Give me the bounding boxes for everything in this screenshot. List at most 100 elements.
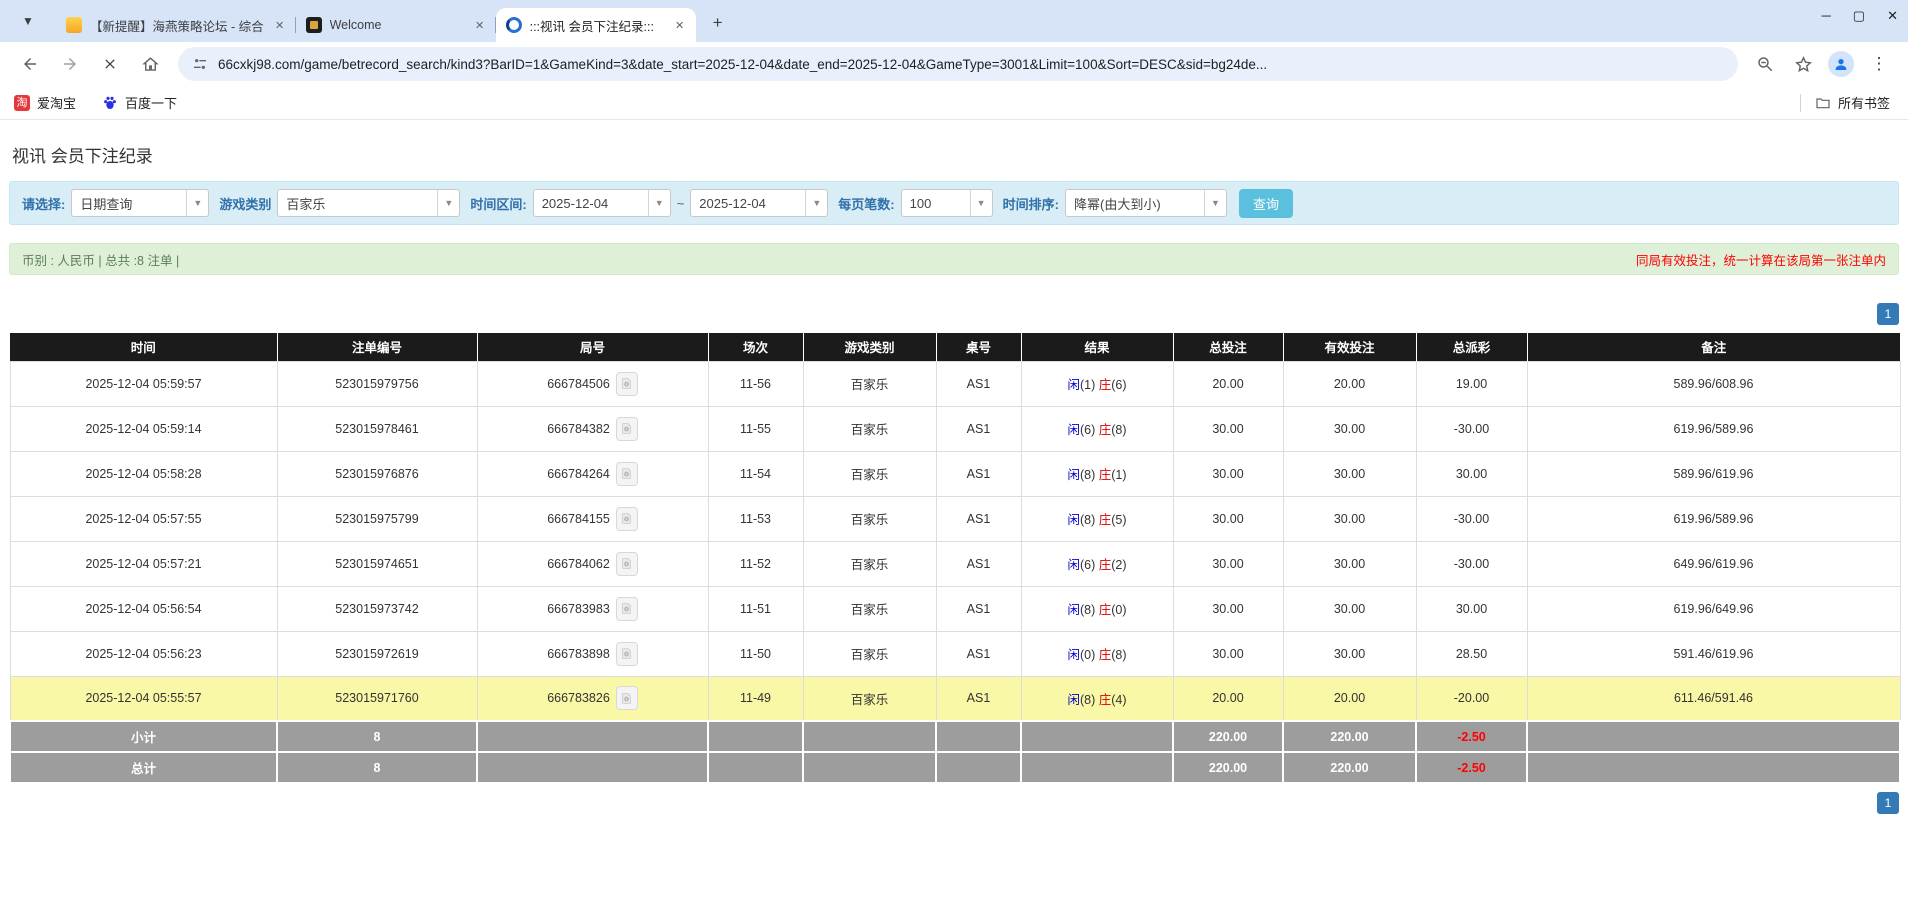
cell-time: 2025-12-04 05:59:57: [9, 360, 278, 407]
cell-table-no: AS1: [935, 540, 1022, 587]
browser-tab-3[interactable]: :::视讯 会员下注纪录::: ✕: [495, 8, 696, 42]
pagination-page-1-bottom[interactable]: 1: [1877, 792, 1899, 814]
cell-game-type: 百家乐: [802, 585, 937, 632]
cell-table-no: AS1: [935, 450, 1022, 497]
cell-game-type: 百家乐: [802, 675, 937, 722]
column-header: 注单编号: [276, 333, 477, 361]
cell-total-bet: 20.00: [1172, 675, 1284, 722]
page-content: 视讯 会员下注纪录 请选择: 日期查询 ▼ 游戏类别 百家乐 ▼ 时间区间: 2…: [0, 120, 1908, 814]
column-header: 桌号: [935, 333, 1021, 361]
cell-session: 11-55: [707, 405, 804, 452]
cell-game-type: 百家乐: [802, 495, 937, 542]
tab-search-chevron-icon[interactable]: ▼: [14, 7, 42, 35]
summary-note: 同局有效投注，统一计算在该局第一张注单内: [1635, 253, 1886, 268]
cell-bet-id: 523015975799: [276, 495, 478, 542]
stop-loading-icon[interactable]: [96, 50, 124, 78]
total-row-cell: 总计: [9, 751, 278, 784]
chevron-down-icon[interactable]: ▼: [969, 190, 992, 216]
video-replay-icon[interactable]: [615, 596, 638, 621]
date-end-value: 2025-12-04: [699, 195, 766, 211]
video-replay-icon[interactable]: [615, 506, 638, 531]
date-end-input[interactable]: 2025-12-04 ▼: [690, 189, 829, 217]
query-mode-label: 请选择:: [22, 196, 66, 212]
cell-round: 666784506: [476, 360, 709, 407]
date-start-input[interactable]: 2025-12-04 ▼: [532, 189, 671, 217]
address-bar[interactable]: 66cxkj98.com/game/betrecord_search/kind3…: [178, 47, 1738, 81]
cell-payout: -20.00: [1415, 675, 1528, 722]
video-replay-icon[interactable]: [615, 686, 638, 711]
zoom-icon[interactable]: [1752, 51, 1778, 77]
total-row-cell: [802, 751, 937, 784]
subtotal-row-cell: 220.00: [1172, 720, 1284, 753]
all-bookmarks-button[interactable]: 所有书签: [1815, 93, 1890, 112]
tab-close-icon[interactable]: ✕: [272, 17, 288, 33]
video-replay-icon[interactable]: [615, 461, 638, 486]
cell-valid-bet: 20.00: [1282, 675, 1417, 722]
game-type-select[interactable]: 百家乐 ▼: [277, 189, 461, 217]
forward-icon[interactable]: [56, 50, 84, 78]
browser-tab-2[interactable]: Welcome ✕: [296, 8, 496, 42]
cell-note: 619.96/649.96: [1526, 585, 1901, 632]
profile-avatar[interactable]: [1828, 51, 1854, 77]
close-window-button[interactable]: ✕: [1887, 8, 1898, 24]
cell-bet-id: 523015972619: [276, 630, 478, 677]
bet-record-row: 2025-12-04 05:59:57 523015979756 666784506…: [9, 360, 1901, 407]
chevron-down-icon[interactable]: ▼: [437, 190, 459, 216]
cell-payout: -30.00: [1415, 540, 1528, 587]
bookmark-item-1[interactable]: 淘爱淘宝: [14, 93, 76, 112]
tab-close-icon[interactable]: ✕: [472, 17, 488, 33]
total-row-cell: [1526, 751, 1901, 784]
bookmark-star-icon[interactable]: [1790, 51, 1816, 77]
tab-title: :::视讯 会员下注纪录:::: [529, 19, 654, 34]
column-header: 游戏类别: [802, 333, 936, 361]
cell-valid-bet: 30.00: [1282, 630, 1417, 677]
cell-total-bet: 30.00: [1172, 630, 1284, 677]
cell-round: 666784264: [476, 450, 709, 497]
video-replay-icon[interactable]: [615, 371, 638, 396]
tab-close-icon[interactable]: ✕: [672, 17, 688, 33]
subtotal-row-cell: -2.50: [1415, 720, 1528, 753]
chevron-down-icon[interactable]: ▼: [186, 190, 208, 216]
new-tab-button[interactable]: +: [704, 9, 732, 37]
cell-time: 2025-12-04 05:58:28: [9, 450, 278, 497]
bookmark-item-2[interactable]: 百度一下: [102, 93, 177, 112]
cell-valid-bet: 30.00: [1282, 405, 1417, 452]
url-text[interactable]: 66cxkj98.com/game/betrecord_search/kind3…: [218, 57, 1267, 72]
cell-time: 2025-12-04 05:56:23: [9, 630, 278, 677]
column-header: 总投注: [1172, 333, 1283, 361]
subtotal-row-cell: [802, 720, 937, 753]
home-icon[interactable]: [136, 50, 164, 78]
cell-session: 11-50: [707, 630, 804, 677]
cell-total-bet: 30.00: [1172, 405, 1284, 452]
pagination-page-1-top[interactable]: 1: [1877, 303, 1899, 325]
cell-valid-bet: 30.00: [1282, 540, 1417, 587]
chevron-down-icon[interactable]: ▼: [805, 190, 827, 216]
minimize-button[interactable]: ─: [1822, 8, 1831, 24]
sort-select[interactable]: 降幂(由大到小) ▼: [1064, 189, 1227, 217]
subtotal-row-cell: [935, 720, 1022, 753]
video-replay-icon[interactable]: [615, 416, 638, 441]
video-replay-icon[interactable]: [615, 641, 638, 666]
page-size-select[interactable]: 100 ▼: [900, 189, 993, 217]
bookmarks-bar: 淘爱淘宝 百度一下 所有书签: [0, 86, 1908, 120]
subtotal-row-cell: 8: [276, 720, 478, 753]
chevron-down-icon[interactable]: ▼: [1203, 190, 1226, 216]
query-mode-select[interactable]: 日期查询 ▼: [71, 189, 210, 217]
cell-total-bet: 30.00: [1172, 540, 1284, 587]
back-icon[interactable]: [16, 50, 44, 78]
cell-note: 589.96/619.96: [1526, 450, 1901, 497]
cell-session: 11-52: [707, 540, 804, 587]
browser-menu-icon[interactable]: ⋮: [1866, 51, 1892, 77]
chevron-down-icon[interactable]: ▼: [647, 190, 670, 216]
site-info-icon[interactable]: [192, 56, 208, 72]
video-replay-icon[interactable]: [615, 551, 638, 576]
search-button[interactable]: 查询: [1238, 188, 1293, 218]
cell-bet-id: 523015971760: [276, 675, 478, 722]
maximize-button[interactable]: ▢: [1853, 8, 1865, 24]
round-number: 666784382: [547, 421, 610, 436]
cell-round: 666784155: [476, 495, 709, 542]
cell-round: 666783826: [476, 675, 709, 722]
total-row-cell: [707, 751, 804, 784]
sort-value: 降幂(由大到小): [1073, 196, 1161, 212]
browser-tab-1[interactable]: 【新提醒】海燕策略论坛 - 综合 ✕: [56, 8, 296, 42]
